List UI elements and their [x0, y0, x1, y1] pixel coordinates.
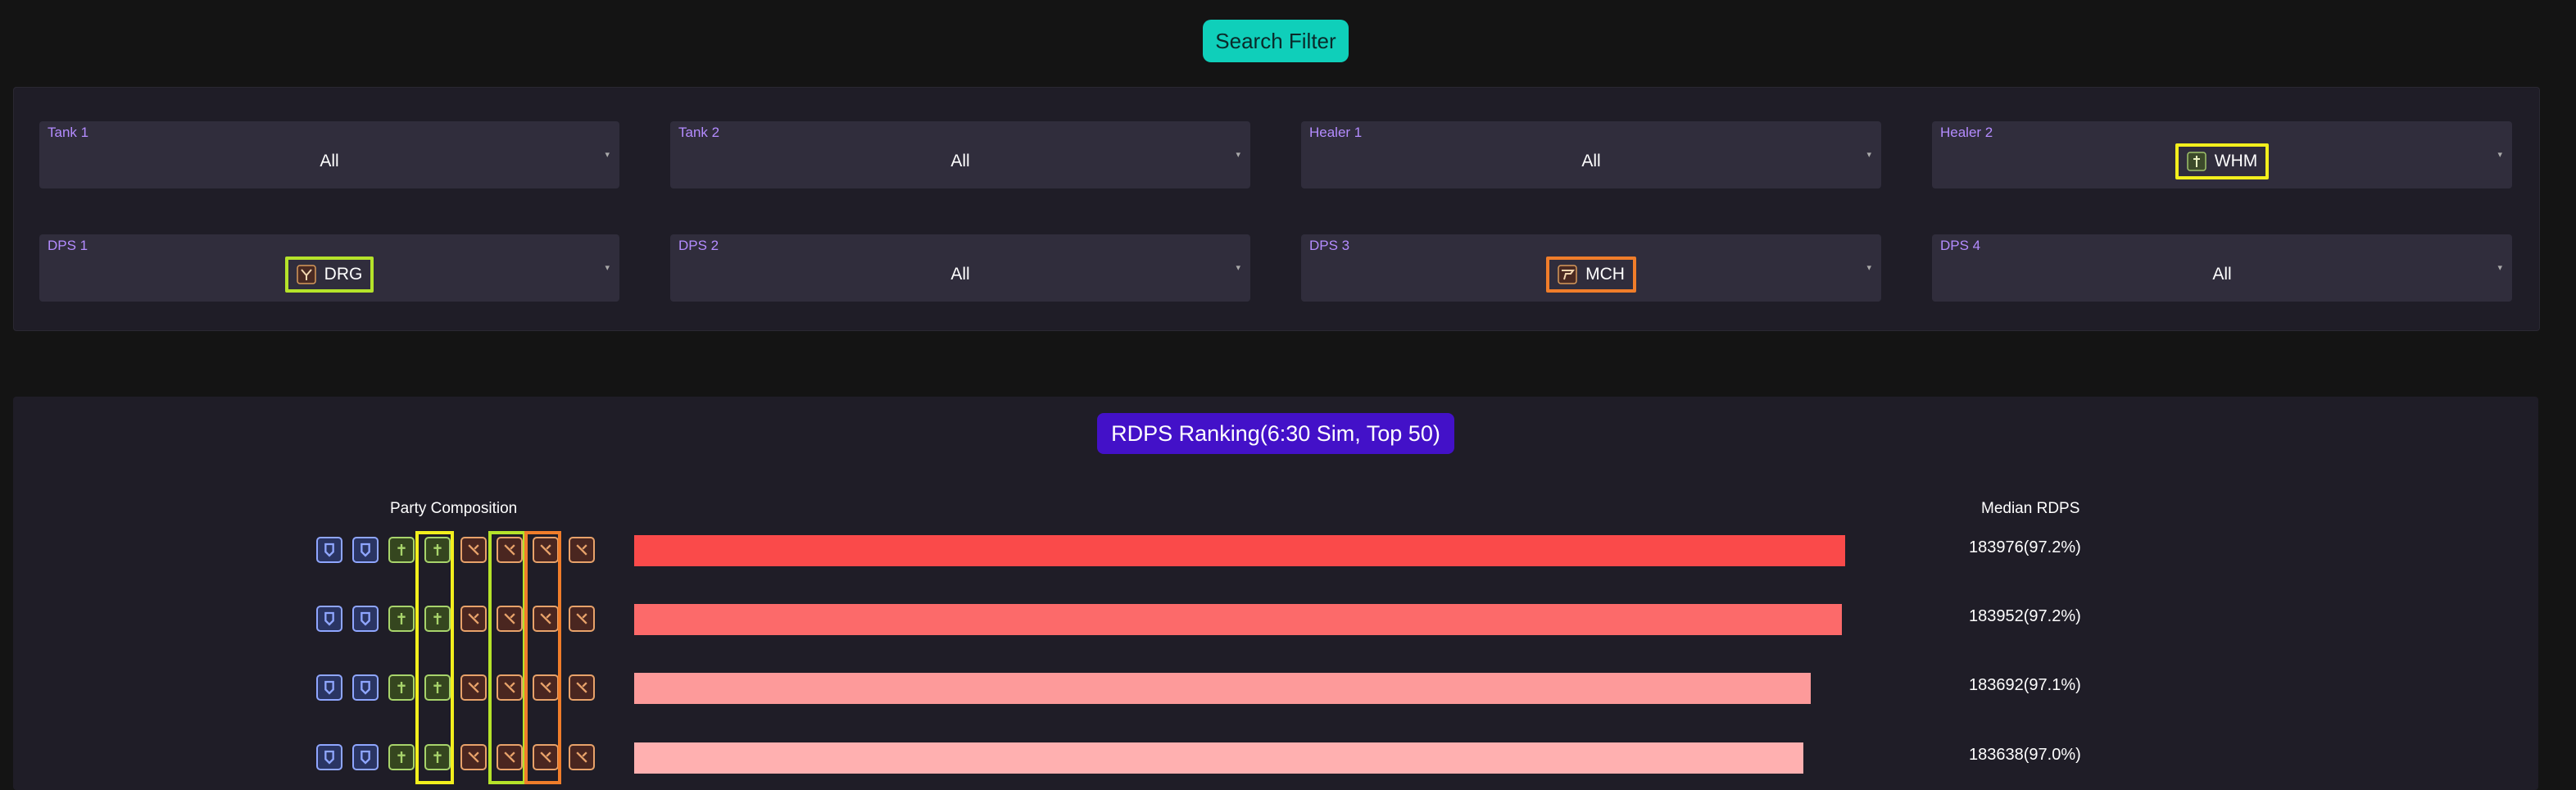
dps-4-select[interactable]: DPS 4 All ▾	[1932, 234, 2512, 302]
tank-b-icon	[352, 744, 379, 770]
rdps-bar	[634, 742, 1803, 774]
rdps-bar	[634, 535, 1845, 566]
dropdown-arrow-icon: ▾	[605, 150, 610, 160]
tank-1-value: All	[320, 152, 339, 170]
tank-c-icon	[316, 674, 342, 701]
melee-a-icon	[460, 606, 487, 632]
mch-icon	[533, 537, 559, 563]
dropdown-arrow-icon: ▾	[2497, 150, 2502, 160]
tank-2-select[interactable]: Tank 2 All ▾	[670, 121, 1250, 188]
dropdown-arrow-icon: ▾	[2497, 263, 2502, 273]
melee-a-icon	[460, 674, 487, 701]
whm-icon	[424, 674, 451, 701]
dps-2-value: All	[950, 265, 970, 284]
healer-a-icon	[388, 744, 415, 770]
healer-1-select[interactable]: Healer 1 All ▾	[1301, 121, 1881, 188]
dps-3-select[interactable]: DPS 3 MCH ▾	[1301, 234, 1881, 302]
healer-1-label: Healer 1	[1309, 125, 1363, 140]
drg-icon	[497, 606, 523, 632]
melee-a-icon	[460, 744, 487, 770]
mch-icon	[533, 744, 559, 770]
dropdown-arrow-icon: ▾	[1236, 263, 1240, 273]
tank-2-value: All	[950, 152, 970, 170]
tank-a-icon	[316, 606, 342, 632]
drg-icon	[497, 744, 523, 770]
caster-icon	[569, 674, 595, 701]
healer-a-icon	[388, 606, 415, 632]
healer-2-label: Healer 2	[1940, 125, 1993, 140]
tank-c-icon	[352, 606, 379, 632]
healer-1-value: All	[1581, 152, 1601, 170]
drg-icon	[497, 537, 523, 563]
tank-a-icon	[316, 537, 342, 563]
dropdown-arrow-icon: ▾	[1236, 150, 1240, 160]
melee-a-icon	[460, 537, 487, 563]
dps-4-label: DPS 4	[1940, 238, 1981, 253]
median-rdps-header: Median RDPS	[1981, 500, 2080, 517]
dps-4-value: All	[2212, 265, 2232, 284]
caster-icon	[569, 606, 595, 632]
median-rdps-value: 183952(97.2%)	[1969, 607, 2081, 625]
median-rdps-value: 183638(97.0%)	[1969, 746, 2081, 764]
tank-1-select[interactable]: Tank 1 All ▾	[39, 121, 619, 188]
caster-icon	[569, 537, 595, 563]
rdps-bar	[634, 673, 1811, 704]
dps-2-label: DPS 2	[678, 238, 719, 253]
tank-c-icon	[352, 674, 379, 701]
median-rdps-value: 183692(97.1%)	[1969, 676, 2081, 694]
dps-3-label: DPS 3	[1309, 238, 1350, 253]
dps-3-value: MCH	[1585, 265, 1625, 284]
rdps-bar	[634, 604, 1842, 635]
caster-icon	[569, 744, 595, 770]
mch-icon	[533, 606, 559, 632]
ranking-title: RDPS Ranking(6:30 Sim, Top 50)	[1097, 413, 1454, 454]
tank-d-icon	[316, 744, 342, 770]
whm-icon	[424, 744, 451, 770]
mch-icon	[533, 674, 559, 701]
healer-a-icon	[388, 674, 415, 701]
mch-job-icon	[1558, 265, 1577, 284]
median-rdps-value: 183976(97.2%)	[1969, 538, 2081, 556]
drg-job-icon	[296, 265, 316, 284]
dropdown-arrow-icon: ▾	[1866, 263, 1871, 273]
dps-1-value: DRG	[324, 265, 363, 284]
mch-selected-chip: MCH	[1546, 257, 1636, 293]
dropdown-arrow-icon: ▾	[1866, 150, 1871, 160]
tank-b-icon	[352, 537, 379, 563]
drg-icon	[497, 674, 523, 701]
ranking-panel	[13, 397, 2538, 790]
dps-1-label: DPS 1	[48, 238, 88, 253]
whm-icon	[424, 606, 451, 632]
tank-2-label: Tank 2	[678, 125, 720, 140]
healer-2-select[interactable]: Healer 2 WHM ▾	[1932, 121, 2512, 188]
whm-icon	[424, 537, 451, 563]
healer-2-value: WHM	[2214, 152, 2258, 170]
healer-a-icon	[388, 537, 415, 563]
drg-selected-chip: DRG	[284, 257, 374, 293]
search-filter-button[interactable]: Search Filter	[1203, 20, 1349, 62]
tank-1-label: Tank 1	[48, 125, 89, 140]
dps-2-select[interactable]: DPS 2 All ▾	[670, 234, 1250, 302]
dropdown-arrow-icon: ▾	[605, 263, 610, 273]
party-composition-header: Party Composition	[390, 500, 518, 517]
whm-job-icon	[2187, 152, 2206, 171]
whm-selected-chip: WHM	[2175, 143, 2270, 179]
dps-1-select[interactable]: DPS 1 DRG ▾	[39, 234, 619, 302]
